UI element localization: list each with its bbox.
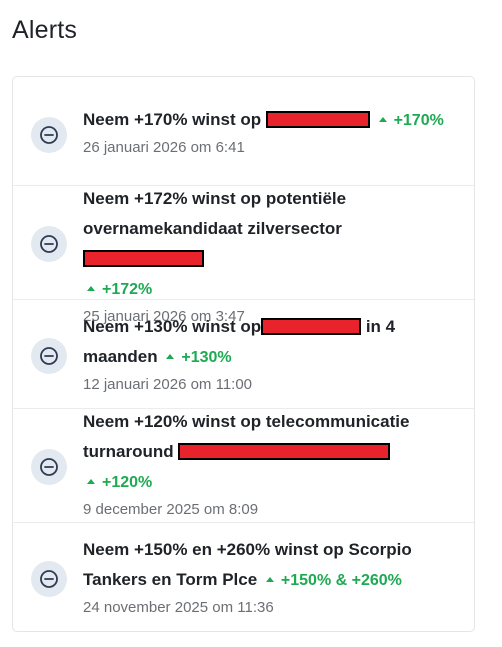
minus-circle-icon bbox=[40, 126, 58, 144]
remove-alert-button[interactable] bbox=[31, 449, 67, 485]
alert-title: Neem +120% winst op telecommunicatie tur… bbox=[83, 407, 462, 498]
alert-date: 26 januari 2026 om 6:41 bbox=[83, 139, 245, 156]
gain-value: +130% bbox=[181, 349, 232, 366]
up-arrow-icon bbox=[87, 478, 95, 484]
alert-date: 9 december 2025 om 8:09 bbox=[83, 501, 259, 518]
up-arrow-icon bbox=[378, 116, 387, 122]
gain-value: +170% bbox=[393, 112, 444, 129]
redacted-ticker bbox=[178, 442, 391, 460]
alert-title: Neem +172% winst op potentiële overnamek… bbox=[83, 184, 462, 305]
alert-item[interactable]: Neem +150% en +260% winst op Scorpio Tan… bbox=[13, 523, 474, 633]
alert-title: Neem +130% winst op in 4 maanden +130% bbox=[83, 312, 462, 373]
gain-badge: +120% bbox=[83, 468, 152, 498]
minus-circle-icon bbox=[40, 235, 58, 253]
alert-item[interactable]: Neem +170% winst op +170% 26 januari 202… bbox=[13, 77, 474, 186]
alert-title-text: Neem +172% winst op potentiële overnamek… bbox=[83, 189, 347, 238]
alert-item[interactable]: Neem +172% winst op potentiële overnamek… bbox=[13, 186, 474, 325]
gain-value: +150% & +260% bbox=[280, 572, 402, 589]
alert-title: Neem +150% en +260% winst op Scorpio Tan… bbox=[83, 535, 462, 596]
minus-circle-icon bbox=[40, 570, 58, 588]
remove-alert-button[interactable] bbox=[31, 226, 67, 262]
gain-badge: +170% bbox=[375, 106, 444, 136]
minus-circle-icon bbox=[40, 347, 58, 365]
alert-date: 24 november 2025 om 11:36 bbox=[83, 599, 274, 616]
alert-title-text: Neem +170% winst op bbox=[83, 110, 262, 129]
alert-date: 12 januari 2026 om 11:00 bbox=[83, 376, 253, 393]
alert-item[interactable]: Neem +130% winst op in 4 maanden +130% 1… bbox=[13, 300, 474, 409]
page-title: Alerts bbox=[12, 16, 78, 44]
alert-title-text: Neem +130% winst op bbox=[83, 317, 262, 336]
remove-alert-button[interactable] bbox=[31, 117, 67, 153]
up-arrow-icon bbox=[265, 576, 274, 582]
gain-value: +172% bbox=[102, 281, 153, 298]
remove-alert-button[interactable] bbox=[31, 561, 67, 597]
redacted-ticker bbox=[265, 110, 370, 128]
minus-circle-icon bbox=[40, 458, 58, 476]
up-arrow-icon bbox=[87, 285, 95, 291]
remove-alert-button[interactable] bbox=[31, 338, 67, 374]
gain-value: +120% bbox=[102, 474, 153, 491]
gain-badge: +150% & +260% bbox=[262, 566, 402, 596]
up-arrow-icon bbox=[166, 353, 175, 359]
gain-badge: +130% bbox=[162, 343, 232, 373]
alert-title: Neem +170% winst op +170% bbox=[83, 105, 462, 136]
alerts-list: Neem +170% winst op +170% 26 januari 202… bbox=[12, 76, 475, 632]
alert-item[interactable]: Neem +120% winst op telecommunicatie tur… bbox=[13, 409, 474, 523]
redacted-ticker bbox=[83, 249, 204, 267]
redacted-ticker bbox=[261, 317, 362, 335]
